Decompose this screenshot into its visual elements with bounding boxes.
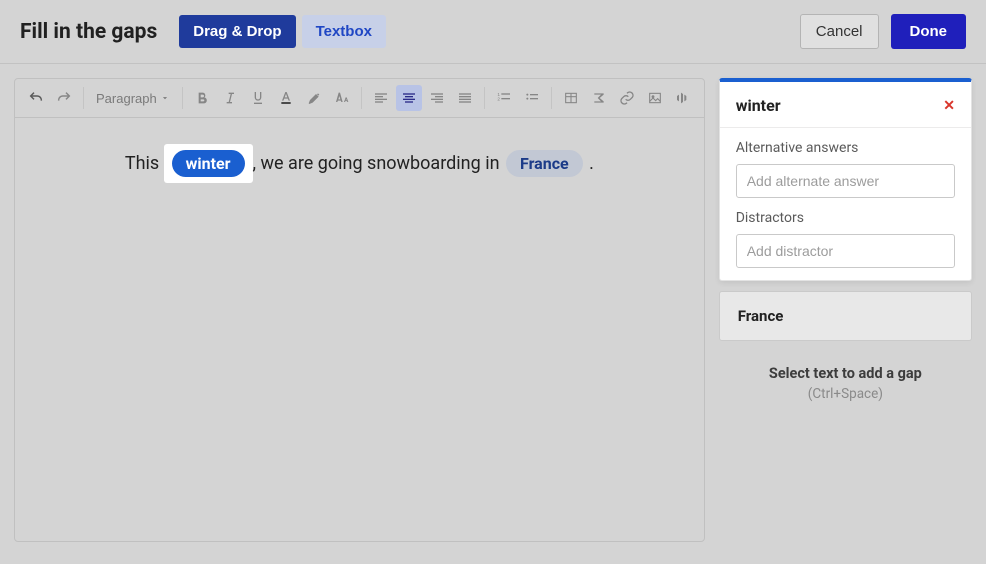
text-color-icon[interactable]: [273, 85, 299, 111]
align-center-icon[interactable]: [396, 85, 422, 111]
distractor-input[interactable]: [736, 234, 955, 268]
close-icon[interactable]: ✕: [943, 98, 955, 114]
gap-pill-france[interactable]: France: [506, 150, 583, 177]
align-left-icon[interactable]: [368, 85, 394, 111]
gap-other-card[interactable]: France: [719, 291, 972, 341]
font-size-icon[interactable]: [329, 85, 355, 111]
editor: Paragraph 12 This winter, we: [14, 78, 705, 542]
align-right-icon[interactable]: [424, 85, 450, 111]
formula-icon[interactable]: [586, 85, 612, 111]
right-panel: winter ✕ Alternative answers Distractors…: [719, 78, 972, 542]
paragraph-dropdown[interactable]: Paragraph: [90, 87, 176, 110]
gap-other-title: France: [738, 307, 953, 325]
hint-shortcut: (Ctrl+Space): [725, 386, 966, 402]
tab-textbox[interactable]: Textbox: [302, 15, 386, 48]
svg-text:2: 2: [497, 97, 500, 102]
redo-icon[interactable]: [51, 85, 77, 111]
editor-toolbar: Paragraph 12: [15, 79, 704, 118]
alt-answer-input[interactable]: [736, 164, 955, 198]
link-icon[interactable]: [614, 85, 640, 111]
gap-selected-wrapper: winter: [164, 144, 253, 183]
hint-block: Select text to add a gap (Ctrl+Space): [719, 351, 972, 416]
highlight-icon[interactable]: [301, 85, 327, 111]
cancel-button[interactable]: Cancel: [800, 14, 879, 49]
alt-answers-label: Alternative answers: [736, 140, 955, 156]
paragraph-label: Paragraph: [96, 91, 157, 106]
sentence-text: .: [585, 153, 594, 174]
align-justify-icon[interactable]: [452, 85, 478, 111]
numbered-list-icon[interactable]: 12: [491, 85, 517, 111]
sentence: This winter , we are going snowboarding i…: [125, 144, 594, 515]
tab-group: Drag & Drop Textbox: [179, 15, 386, 48]
italic-icon[interactable]: [217, 85, 243, 111]
underline-icon[interactable]: [245, 85, 271, 111]
bold-icon[interactable]: [189, 85, 215, 111]
hint-title: Select text to add a gap: [725, 365, 966, 382]
bullet-list-icon[interactable]: [519, 85, 545, 111]
done-button[interactable]: Done: [891, 14, 967, 49]
editor-content[interactable]: This winter , we are going snowboarding i…: [15, 118, 704, 541]
tab-drag-drop[interactable]: Drag & Drop: [179, 15, 295, 48]
table-icon[interactable]: [558, 85, 584, 111]
gap-pill-winter[interactable]: winter: [172, 150, 245, 177]
sentence-text: This: [125, 153, 164, 174]
media-icon[interactable]: [670, 85, 696, 111]
image-icon[interactable]: [642, 85, 668, 111]
distractors-label: Distractors: [736, 210, 955, 226]
undo-icon[interactable]: [23, 85, 49, 111]
page-title: Fill in the gaps: [20, 20, 157, 44]
sentence-text: , we are going snowboarding in: [253, 153, 504, 174]
gap-card-title: winter: [736, 96, 781, 115]
gap-edit-card: winter ✕ Alternative answers Distractors: [719, 78, 972, 281]
